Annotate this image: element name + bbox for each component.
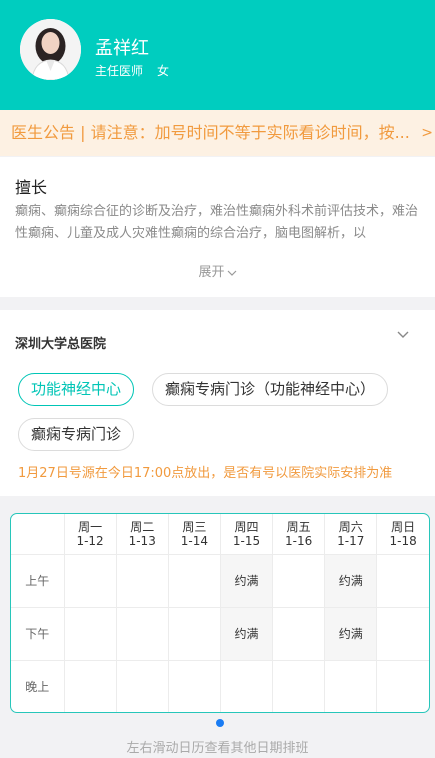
specialty-title: 擅长 bbox=[15, 178, 48, 197]
weekday-label: 周三 bbox=[182, 519, 207, 534]
scroll-hint: 左右滑动日历查看其他日期排班 bbox=[126, 741, 309, 756]
hospital-section: 深圳大学总医院 功能神经中心 癫痫专病门诊（功能神经中心） 癫痫专病门诊 1月2… bbox=[0, 310, 435, 496]
hospital-name: 深圳大学总医院 bbox=[15, 337, 107, 352]
schedule-table: 周一 1-12 周二 1-13 周三 1-14 周四 1-15 周五 1-16 周六 1-1… bbox=[11, 514, 429, 712]
slot-cell[interactable] bbox=[116, 660, 169, 712]
day-header: 周三 1-14 bbox=[168, 514, 221, 555]
schedule-calendar[interactable]: 周一 1-12 周二 1-13 周三 1-14 周四 1-15 周五 1-16 周六 1-1… bbox=[10, 513, 430, 713]
slot-cell[interactable] bbox=[376, 607, 429, 661]
slot-cell[interactable] bbox=[168, 660, 221, 712]
day-header: 周六 1-17 bbox=[324, 514, 378, 555]
page-indicator-dot bbox=[216, 719, 224, 727]
chevron-down-icon bbox=[227, 270, 236, 276]
weekday-label: 周一 bbox=[78, 519, 103, 534]
slot-cell[interactable] bbox=[376, 554, 429, 608]
slot-cell[interactable] bbox=[168, 607, 221, 661]
weekday-label: 周四 bbox=[234, 519, 259, 534]
slot-cell[interactable] bbox=[64, 660, 117, 712]
slot-cell-full[interactable]: 约满 bbox=[220, 607, 274, 661]
chevron-down-icon[interactable] bbox=[397, 330, 409, 340]
department-tag-selected[interactable]: 功能神经中心 bbox=[18, 373, 135, 406]
expand-label: 展开 bbox=[198, 265, 225, 280]
weekday-label: 周日 bbox=[391, 519, 416, 534]
date-label: 1-18 bbox=[389, 533, 417, 548]
notice-text: 医生公告 | 请注意：加号时间不等于实际看诊时间，按... bbox=[11, 123, 410, 142]
slot-cell-full[interactable]: 约满 bbox=[220, 554, 274, 608]
slot-cell[interactable] bbox=[272, 554, 326, 608]
slot-cell[interactable] bbox=[272, 607, 326, 661]
slot-cell[interactable] bbox=[168, 554, 221, 608]
date-label: 1-13 bbox=[128, 533, 156, 548]
date-label: 1-16 bbox=[285, 533, 313, 548]
weekday-label: 周六 bbox=[338, 519, 363, 534]
slot-cell[interactable] bbox=[64, 554, 117, 608]
weekday-label: 周二 bbox=[130, 519, 155, 534]
chevron-right-icon: > bbox=[421, 125, 433, 141]
doctor-notice-bar[interactable]: 医生公告 | 请注意：加号时间不等于实际看诊时间，按... > bbox=[0, 110, 435, 156]
department-tag[interactable]: 癫痫专病门诊（功能神经中心） bbox=[152, 373, 389, 406]
day-header: 周日 1-18 bbox=[376, 514, 429, 555]
period-label: 晚上 bbox=[11, 660, 65, 712]
department-tag[interactable]: 癫痫专病门诊 bbox=[18, 418, 135, 451]
weekday-label: 周五 bbox=[286, 519, 311, 534]
day-header: 周五 1-16 bbox=[272, 514, 326, 555]
schedule-row-afternoon: 下午 约满 约满 bbox=[11, 607, 429, 661]
period-label: 下午 bbox=[11, 607, 65, 661]
slot-cell[interactable] bbox=[116, 554, 169, 608]
specialty-text: 癫痫、癫痫综合征的诊断及治疗，难治性癫痫外科术前评估技术，难治性癫痫、儿童及成人… bbox=[15, 204, 419, 241]
date-label: 1-15 bbox=[232, 533, 261, 548]
doctor-avatar bbox=[20, 19, 81, 80]
slot-cell[interactable] bbox=[377, 660, 429, 712]
doctor-photo-icon bbox=[20, 19, 81, 80]
doctor-name: 孟祥红 bbox=[95, 38, 149, 59]
date-label: 1-17 bbox=[337, 533, 365, 548]
specialty-section: 擅长 癫痫、癫痫综合征的诊断及治疗，难治性癫痫外科术前评估技术，难治性癫痫、儿童… bbox=[0, 157, 435, 297]
slot-cell[interactable] bbox=[220, 660, 274, 712]
period-label: 上午 bbox=[11, 554, 65, 608]
doctor-gender: 女 bbox=[157, 64, 170, 78]
day-header: 周四 1-15 bbox=[220, 514, 274, 555]
slot-cell-full[interactable]: 约满 bbox=[324, 554, 378, 608]
schedule-header-row: 周一 1-12 周二 1-13 周三 1-14 周四 1-15 周五 1-16 周六 1-1… bbox=[11, 514, 429, 555]
date-label: 1-14 bbox=[180, 533, 208, 548]
schedule-row-evening: 晚上 bbox=[11, 660, 429, 712]
corner-cell bbox=[11, 514, 65, 555]
slot-cell-full[interactable]: 约满 bbox=[324, 607, 378, 661]
doctor-meta: 主任医师女 bbox=[95, 62, 169, 79]
slot-cell[interactable] bbox=[64, 607, 117, 661]
expand-button[interactable]: 展开 bbox=[0, 261, 435, 280]
doctor-header: 孟祥红 主任医师女 bbox=[0, 0, 435, 110]
schedule-row-morning: 上午 约满 约满 bbox=[11, 554, 429, 608]
day-header: 周一 1-12 bbox=[64, 514, 117, 555]
slot-cell[interactable] bbox=[116, 607, 169, 661]
doctor-title: 主任医师 bbox=[95, 64, 144, 78]
release-notice: 1月27日号源在今日17:00点放出，是否有号以医院实际安排为准 bbox=[18, 466, 393, 481]
slot-cell[interactable] bbox=[272, 660, 326, 712]
day-header: 周二 1-13 bbox=[116, 514, 169, 555]
slot-cell[interactable] bbox=[324, 660, 378, 712]
date-label: 1-12 bbox=[76, 533, 104, 548]
